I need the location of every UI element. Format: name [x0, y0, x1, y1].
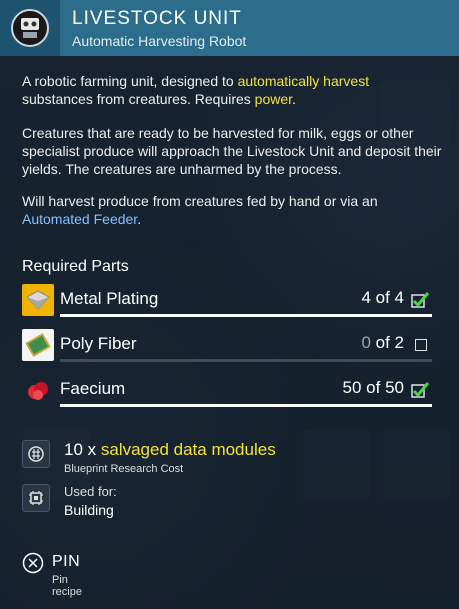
pin-close-icon: [22, 552, 44, 574]
item-subtitle: Automatic Harvesting Robot: [72, 32, 247, 49]
part-count: 4 of 4: [361, 288, 404, 307]
part-progress-bar: [60, 314, 432, 317]
automated-feeder-link[interactable]: Automated Feeder: [22, 211, 137, 227]
part-row-faecium[interactable]: Faecium 50 of 50: [22, 374, 432, 410]
part-name: Metal Plating: [60, 289, 159, 308]
robot-unit-icon: [0, 0, 60, 56]
part-count: 0 of 2: [361, 333, 404, 352]
item-details-panel: A robotic farming unit, designed to auto…: [0, 56, 459, 609]
research-cost-label: Blueprint Research Cost: [64, 463, 184, 475]
description-paragraph-1: A robotic farming unit, designed to auto…: [22, 73, 370, 107]
check-icon: [411, 292, 430, 308]
part-count: 50 of 50: [342, 378, 404, 397]
item-header: LIVESTOCK UNIT Automatic Harvesting Robo…: [0, 0, 459, 56]
highlight-automatically-harvest: automatically harvest: [237, 73, 370, 89]
salvaged-data-modules-highlight: salvaged data modules: [100, 440, 276, 459]
description-paragraph-3: Will harvest produce from creatures fed …: [22, 193, 378, 227]
building-chip-icon: [22, 484, 50, 512]
part-row-poly-fiber[interactable]: Poly Fiber 0 of 2: [22, 329, 432, 365]
item-title: LIVESTOCK UNIT: [72, 7, 242, 29]
part-progress-bar: [60, 359, 432, 362]
used-for-label: Used for:: [64, 484, 117, 499]
research-cost-text: 10 x salvaged data modules: [64, 440, 276, 459]
part-name: Faecium: [60, 379, 126, 398]
data-module-icon: [22, 440, 50, 468]
highlight-power: power: [254, 91, 293, 107]
part-progress-bar: [60, 404, 432, 407]
part-name: Poly Fiber: [60, 334, 137, 353]
faecium-icon: [22, 374, 54, 406]
poly-fiber-icon: [22, 329, 54, 361]
description-paragraph-2: Creatures that are ready to be harvested…: [22, 125, 442, 177]
part-row-metal-plating[interactable]: Metal Plating 4 of 4: [22, 284, 432, 320]
used-for-value: Building: [64, 502, 114, 518]
checkbox-empty-icon: [415, 339, 427, 351]
pin-label: PIN: [52, 553, 81, 570]
required-parts-title: Required Parts: [22, 258, 129, 275]
metal-plating-icon: [22, 284, 54, 316]
check-icon: [411, 382, 430, 398]
pin-sub-label: Pin recipe: [52, 574, 82, 598]
